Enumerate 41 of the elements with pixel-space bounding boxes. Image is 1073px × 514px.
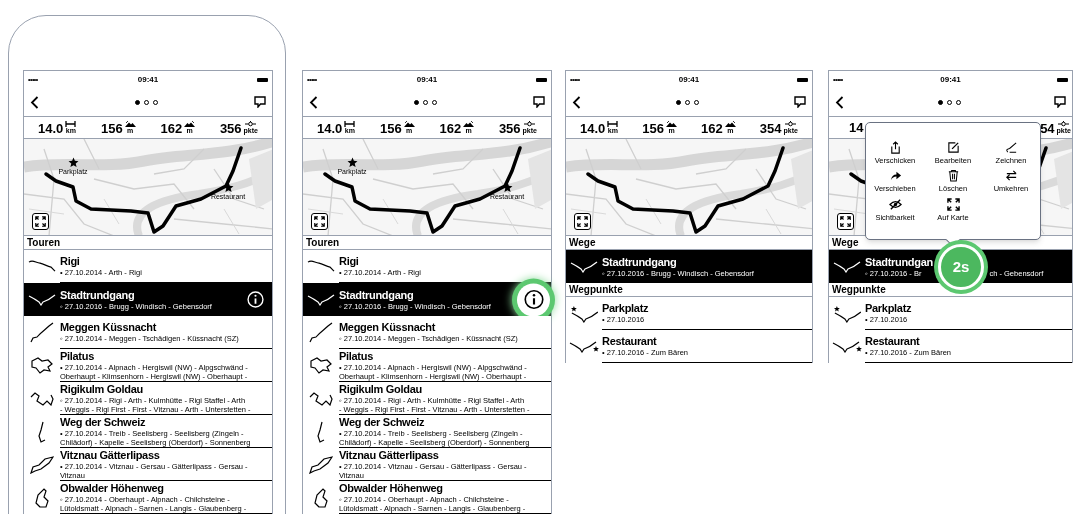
stat-value: 156 bbox=[380, 121, 402, 135]
route-title: Vitznau Gätterlipass bbox=[339, 448, 439, 462]
route-title: Rigi bbox=[60, 255, 80, 268]
route-title: Parkplatz bbox=[865, 302, 912, 315]
route-title: Rigikulm Goldau bbox=[339, 382, 422, 396]
stat-value: 162 bbox=[701, 121, 723, 135]
route-title: Stadtrundgang bbox=[60, 288, 135, 302]
stat-value: 354 bbox=[759, 121, 782, 135]
route-title: Weg der Schweiz bbox=[339, 415, 425, 429]
route-title: Restaurant bbox=[865, 335, 920, 348]
status-time: 09:41 bbox=[137, 75, 159, 84]
stat-value: 162 bbox=[439, 121, 462, 135]
stat-value: 14.0 bbox=[38, 121, 64, 135]
route-title: Obwalder Höhenweg bbox=[339, 481, 443, 495]
stat-value: 14.0 bbox=[580, 121, 606, 135]
route-title: Rigikulm Goldau bbox=[60, 382, 143, 396]
long-press-tooltip: 2s bbox=[938, 244, 984, 290]
route-title: Meggen Küssnacht bbox=[339, 321, 436, 334]
route-title: Pilatus bbox=[60, 349, 94, 363]
status-time: 09:41 bbox=[940, 75, 961, 84]
stat-value: 156 bbox=[642, 121, 665, 135]
stat-value: 356 bbox=[219, 121, 242, 135]
stat-value: 54 bbox=[1040, 121, 1055, 135]
route-title: Pilatus bbox=[339, 349, 373, 363]
stat-value: 156 bbox=[101, 121, 123, 135]
stat-value: 162 bbox=[160, 121, 183, 135]
route-title: Meggen Küssnacht bbox=[60, 321, 157, 334]
route-title: Restaurant bbox=[602, 335, 657, 348]
route-title: Obwalder Höhenweg bbox=[60, 481, 164, 495]
route-title: Stadtrundgang bbox=[339, 288, 414, 302]
route-title: Parkplatz bbox=[602, 302, 649, 315]
route-title: Vitznau Gätterlipass bbox=[60, 448, 160, 462]
status-time: 09:41 bbox=[416, 75, 438, 84]
stat-value: 356 bbox=[498, 121, 521, 135]
status-time: 09:41 bbox=[678, 75, 700, 84]
route-title: Stadtrundgan bbox=[865, 255, 933, 269]
route-title: Stadtrundgang bbox=[602, 255, 677, 269]
route-title: Weg der Schweiz bbox=[60, 415, 146, 429]
stat-value: 14 bbox=[849, 121, 864, 134]
stat-value: 14.0 bbox=[317, 121, 343, 135]
route-title: Rigi bbox=[339, 255, 359, 268]
